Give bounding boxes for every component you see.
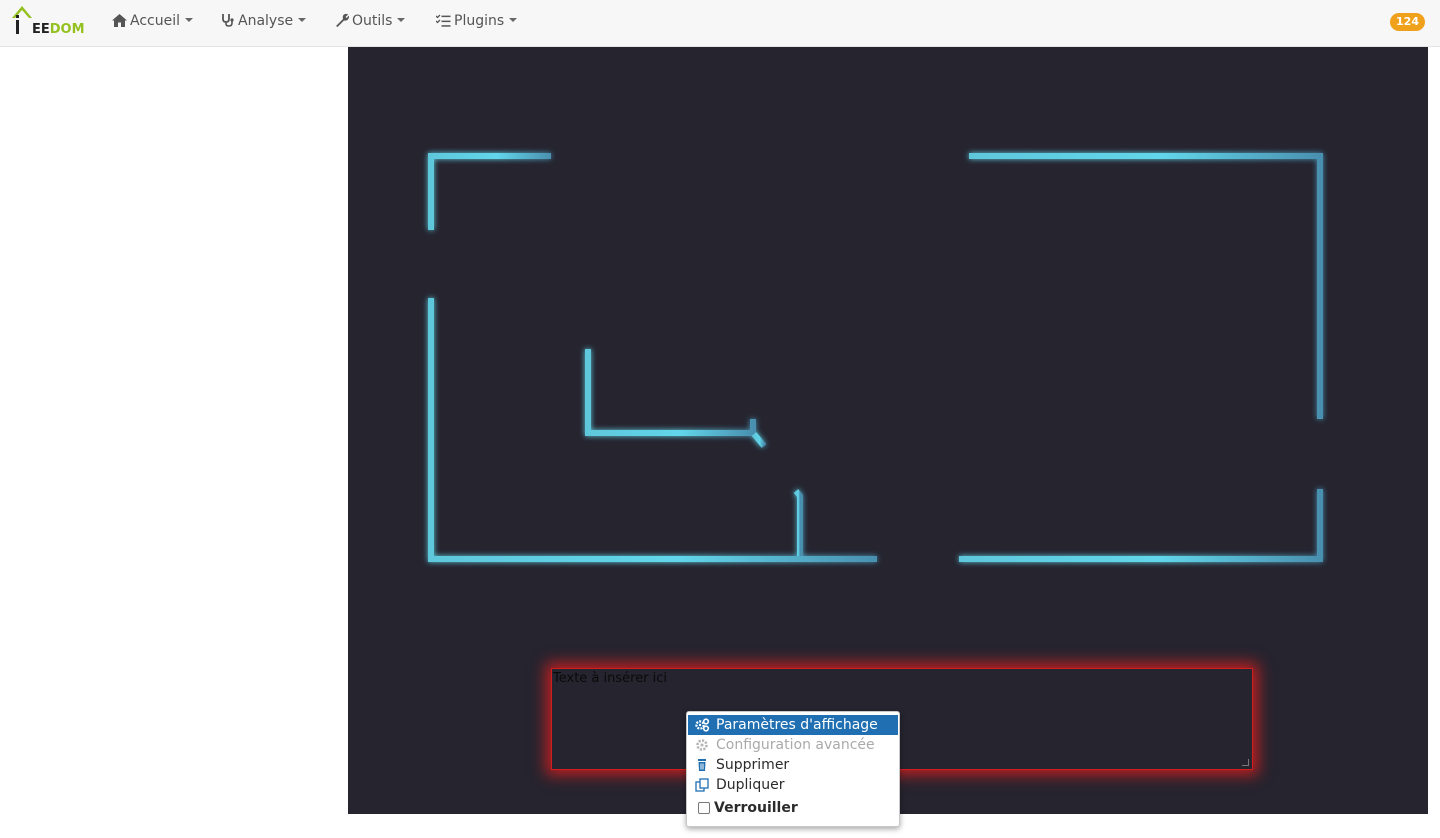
chevron-down-icon xyxy=(298,18,307,22)
nav-plugins-label: Plugins xyxy=(454,13,505,29)
nav-plugins[interactable]: Plugins xyxy=(435,0,518,42)
chevron-down-icon xyxy=(509,18,518,22)
lock-checkbox[interactable] xyxy=(698,802,710,814)
nav-analyse[interactable]: Analyse xyxy=(221,0,307,42)
nav-outils-label: Outils xyxy=(352,13,393,29)
cogs-icon xyxy=(695,718,710,732)
wall xyxy=(585,349,756,436)
nav-accueil[interactable]: Accueil xyxy=(112,0,193,42)
menu-item-label: Dupliquer xyxy=(716,777,785,793)
trash-icon xyxy=(698,759,706,771)
home-icon xyxy=(112,14,127,27)
menu-item-duplicate[interactable]: Dupliquer xyxy=(688,775,898,795)
wall xyxy=(793,489,803,556)
menu-item-label: Paramètres d'affichage xyxy=(716,717,878,733)
menu-item-advanced-config: Configuration avancée xyxy=(688,735,898,755)
nav-analyse-label: Analyse xyxy=(238,13,294,29)
gear-icon xyxy=(696,739,708,751)
nav-outils[interactable]: Outils xyxy=(335,0,406,42)
chevron-down-icon xyxy=(185,18,193,22)
stethoscope-icon xyxy=(222,14,234,27)
design-canvas[interactable]: Texte à insérer ici xyxy=(348,47,1428,814)
tasks-icon xyxy=(435,14,451,27)
text-widget-content: Texte à insérer ici xyxy=(553,671,668,686)
logo-text: EEDOM xyxy=(32,22,85,37)
wall xyxy=(969,153,1323,419)
menu-item-label: Configuration avancée xyxy=(716,737,875,753)
text-widget[interactable]: Texte à insérer ici xyxy=(551,668,1253,770)
menu-item-label: Supprimer xyxy=(716,757,790,773)
menu-item-label: Verrouiller xyxy=(714,800,798,816)
wall xyxy=(428,153,551,230)
resize-handle[interactable] xyxy=(1242,759,1249,766)
nav-accueil-label: Accueil xyxy=(130,13,180,29)
wall xyxy=(428,298,877,562)
top-navbar: EEDOM Accueil Analyse Outils Plugins 124 xyxy=(0,0,1440,47)
jeedom-logo[interactable]: EEDOM xyxy=(12,6,86,40)
menu-item-display-settings[interactable]: Paramètres d'affichage xyxy=(688,715,898,735)
wall xyxy=(751,432,767,448)
menu-item-lock[interactable]: Verrouiller xyxy=(688,798,898,818)
context-menu: Paramètres d'affichage Configuration ava… xyxy=(686,711,900,827)
chevron-down-icon xyxy=(397,18,406,22)
wrench-icon xyxy=(336,13,350,27)
notification-badge[interactable]: 124 xyxy=(1390,13,1425,31)
house-logo-icon xyxy=(12,6,32,34)
copy-icon xyxy=(695,778,709,792)
menu-item-delete[interactable]: Supprimer xyxy=(688,755,898,775)
wall xyxy=(959,489,1323,562)
